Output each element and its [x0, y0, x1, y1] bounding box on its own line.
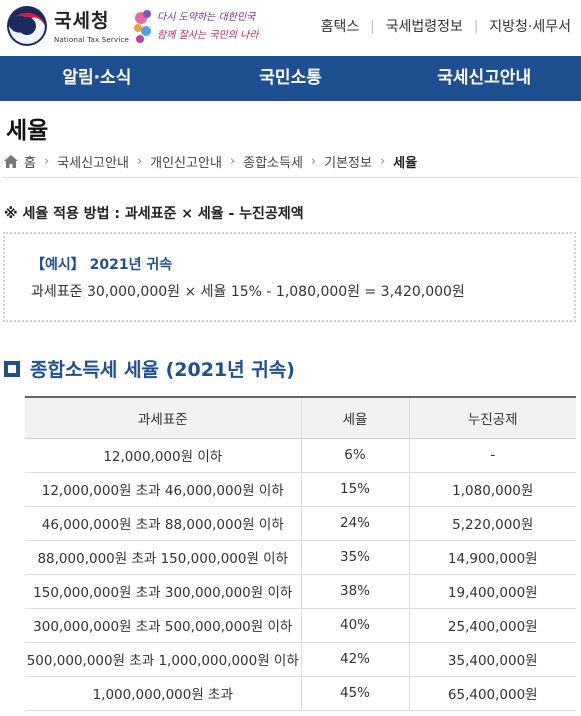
cell-tax-rate: 38% [300, 574, 409, 609]
link-hometax[interactable]: 홈택스 [321, 16, 360, 36]
cell-deduction: 25,400,000원 [408, 608, 576, 643]
nav-notice[interactable]: 알림·소식 [0, 56, 194, 101]
slogan-line-1: 다시 도약하는 대한민국 [157, 11, 256, 23]
home-icon[interactable] [4, 154, 18, 168]
cell-tax-base: 300,000,000원 초과 500,000,000원 이하 [25, 608, 301, 643]
logo-title: 국세청 [54, 10, 110, 32]
cell-tax-rate: 42% [300, 642, 409, 677]
logo-subtitle: National Tax Service [54, 36, 130, 44]
cell-deduction: 65,400,000원 [408, 676, 576, 711]
top-links: 홈택스 | 국세법령정보 | 지방청·세무서 [321, 16, 571, 36]
header-deduction: 누진공제 [408, 396, 576, 439]
chevron-right-icon: › [229, 153, 236, 169]
main-nav: 알림·소식 국민소통 국세신고안내 [0, 56, 581, 101]
slogan-image: 다시 도약하는 대한민국 함께 잘사는 국민의 나라 [134, 10, 260, 43]
cell-tax-rate: 24% [300, 506, 409, 541]
cell-tax-base: 500,000,000원 초과 1,000,000,000원 이하 [25, 642, 301, 677]
cell-tax-rate: 35% [300, 540, 409, 575]
header-tax-rate: 세율 [300, 396, 409, 439]
section-title: 종합소득세 세율 (2021년 귀속) [30, 359, 295, 381]
link-tax-law[interactable]: 국세법령정보 [386, 16, 463, 36]
table-row: 12,000,000원 초과 46,000,000원 이하 15% 1,080,… [25, 472, 576, 507]
tax-formula: ※ 세율 적용 방법 : 과세표준 × 세율 - 누진공제액 [4, 206, 304, 222]
example-body: 과세표준 30,000,000원 × 세율 15% - 1,080,000원 =… [31, 284, 465, 300]
cell-deduction: 35,400,000원 [408, 642, 576, 677]
square-bullet-icon [4, 360, 20, 377]
breadcrumb-home[interactable]: 홈 [24, 152, 36, 171]
chevron-right-icon: › [43, 153, 50, 169]
example-title: 【예시】 2021년 귀속 [31, 257, 173, 273]
cell-tax-rate: 15% [300, 472, 409, 507]
cell-deduction: 14,900,000원 [408, 540, 576, 575]
nav-communication[interactable]: 국민소통 [194, 56, 388, 101]
page-title: 세율 [6, 118, 49, 144]
breadcrumb-basic-info[interactable]: 기본정보 [324, 152, 372, 171]
cell-tax-base: 150,000,000원 초과 300,000,000원 이하 [25, 574, 301, 609]
logo-text[interactable]: 국세청 National Tax Service [54, 6, 129, 44]
cell-tax-base: 88,000,000원 초과 150,000,000원 이하 [25, 540, 301, 575]
chevron-right-icon: › [136, 153, 143, 169]
breadcrumb: 홈 › 국세신고안내 › 개인신고안내 › 종합소득세 › 기본정보 › 세율 [2, 145, 579, 178]
table-row: 500,000,000원 초과 1,000,000,000원 이하 42% 35… [25, 642, 576, 677]
table-row: 46,000,000원 초과 88,000,000원 이하 24% 5,220,… [25, 506, 576, 541]
breadcrumb-income-tax[interactable]: 종합소득세 [243, 152, 303, 171]
table-row: 150,000,000원 초과 300,000,000원 이하 38% 19,4… [25, 574, 576, 609]
breadcrumb-current: 세율 [393, 155, 418, 171]
tax-rate-table: 과세표준 세율 누진공제 12,000,000원 이하 6% - 12,000,… [25, 396, 576, 711]
cell-deduction: 19,400,000원 [408, 574, 576, 609]
cell-tax-base: 12,000,000원 이하 [25, 438, 301, 473]
cell-tax-rate: 40% [300, 608, 409, 643]
table-row: 88,000,000원 초과 150,000,000원 이하 35% 14,90… [25, 540, 576, 575]
header-tax-base: 과세표준 [25, 396, 301, 439]
breadcrumb-tax-filing[interactable]: 국세신고안내 [57, 152, 129, 171]
cell-tax-base: 46,000,000원 초과 88,000,000원 이하 [25, 506, 301, 541]
table-row: 1,000,000,000원 초과 45% 65,400,000원 [25, 676, 576, 711]
table-row: 12,000,000원 이하 6% - [25, 438, 576, 473]
section-heading: 종합소득세 세율 (2021년 귀속) [4, 355, 295, 382]
cell-tax-base: 12,000,000원 초과 46,000,000원 이하 [25, 472, 301, 507]
link-regional-office[interactable]: 지방청·세무서 [489, 16, 571, 36]
chevron-right-icon: › [310, 153, 317, 169]
cell-deduction: 1,080,000원 [408, 472, 576, 507]
cell-tax-base: 1,000,000,000원 초과 [25, 676, 301, 711]
table-row: 300,000,000원 초과 500,000,000원 이하 40% 25,4… [25, 608, 576, 643]
site-header: 국세청 National Tax Service 다시 도약하는 대한민국 함께… [0, 0, 581, 56]
nts-logo-icon[interactable] [6, 5, 48, 47]
cell-deduction: - [408, 438, 576, 473]
cell-tax-rate: 6% [300, 438, 409, 473]
slogan-line-2: 함께 잘사는 국민의 나라 [157, 29, 260, 41]
chevron-right-icon: › [379, 153, 386, 169]
breadcrumb-personal-filing[interactable]: 개인신고안내 [150, 152, 222, 171]
cell-tax-rate: 45% [300, 676, 409, 711]
table-header-row: 과세표준 세율 누진공제 [25, 396, 576, 439]
example-box: 【예시】 2021년 귀속 과세표준 30,000,000원 × 세율 15% … [3, 232, 576, 322]
cell-deduction: 5,220,000원 [408, 506, 576, 541]
nav-tax-filing[interactable]: 국세신고안내 [387, 56, 581, 101]
